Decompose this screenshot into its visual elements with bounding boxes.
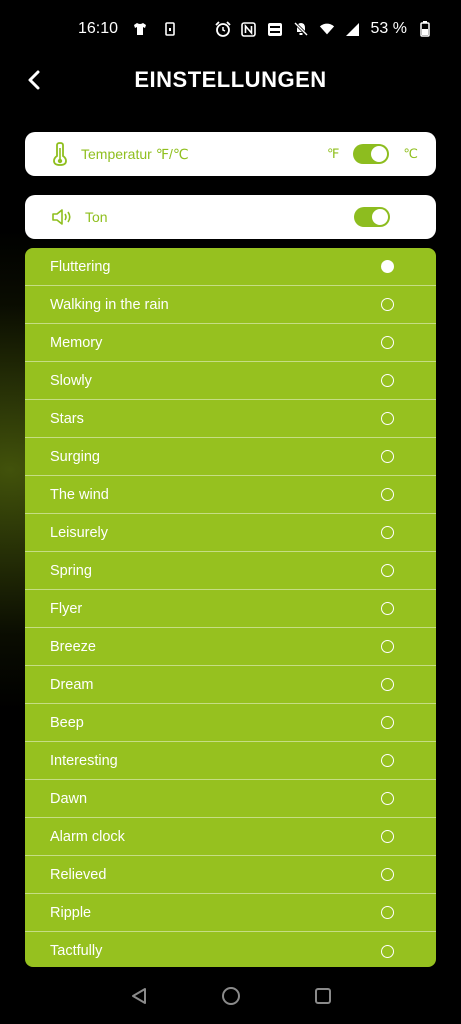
sound-setting-card: Ton xyxy=(25,195,436,239)
wifi-icon xyxy=(319,21,335,37)
radio-button[interactable] xyxy=(381,868,394,881)
sound-option-label: Surging xyxy=(50,448,100,465)
sound-toggle[interactable] xyxy=(354,207,390,227)
volte-icon xyxy=(267,21,283,37)
radio-button[interactable] xyxy=(381,526,394,539)
status-time: 16:10 xyxy=(78,20,119,37)
sound-option-row[interactable]: Tactfully xyxy=(25,932,436,967)
nfc-icon xyxy=(241,21,257,37)
sound-option-row[interactable]: Memory xyxy=(25,324,436,362)
sound-option-row[interactable]: Dream xyxy=(25,666,436,704)
square-recents-icon xyxy=(314,988,331,1004)
radio-button[interactable] xyxy=(381,488,394,501)
radio-button[interactable] xyxy=(381,830,394,843)
sound-option-row[interactable]: Breeze xyxy=(25,628,436,666)
alarm-icon xyxy=(214,21,231,37)
sound-option-label: Leisurely xyxy=(50,524,109,541)
status-bar-left: 16:10 xyxy=(78,20,178,38)
sound-option-row[interactable]: Flyer xyxy=(25,590,436,628)
toggle-knob xyxy=(371,146,388,162)
sound-option-label: Flyer xyxy=(50,600,83,617)
sound-option-label: Alarm clock xyxy=(50,828,125,845)
radio-button[interactable] xyxy=(381,374,394,387)
sound-option-label: Dawn xyxy=(50,790,88,807)
sound-list: Fluttering Walking in the rain Memory Slowl… xyxy=(25,248,436,967)
radio-button[interactable] xyxy=(381,716,394,729)
thermometer-icon xyxy=(51,142,69,166)
status-bar: 16:10 53 % xyxy=(0,0,461,58)
radio-button[interactable] xyxy=(381,906,394,919)
sound-option-label: Memory xyxy=(50,334,103,351)
radio-button[interactable] xyxy=(381,450,394,463)
temperature-setting-card: Temperatur ℉/℃ ℉ ℃ xyxy=(25,132,436,176)
fahrenheit-label: ℉ xyxy=(327,146,340,161)
back-button[interactable] xyxy=(20,66,48,94)
toggle-knob xyxy=(372,209,388,225)
sound-option-label: Beep xyxy=(50,714,84,731)
sound-option-row[interactable]: Walking in the rain xyxy=(25,286,436,324)
system-nav-bar xyxy=(0,968,461,1024)
radio-button[interactable] xyxy=(381,260,394,273)
phone-icon xyxy=(162,21,178,37)
mute-icon xyxy=(293,21,309,37)
tshirt-icon xyxy=(132,21,148,37)
sound-option-label: The wind xyxy=(50,486,109,503)
sound-option-row[interactable]: Fluttering xyxy=(25,248,436,286)
sound-option-row[interactable]: The wind xyxy=(25,476,436,514)
status-bar-right: 53 % xyxy=(214,20,433,38)
sound-option-label: Walking in the rain xyxy=(50,296,169,313)
radio-button[interactable] xyxy=(381,792,394,805)
sound-option-label: Spring xyxy=(50,562,92,579)
radio-button[interactable] xyxy=(381,602,394,615)
battery-icon xyxy=(417,21,433,37)
radio-button[interactable] xyxy=(381,754,394,767)
sound-option-row[interactable]: Beep xyxy=(25,704,436,742)
sound-option-label: Fluttering xyxy=(50,258,111,275)
sound-option-label: Breeze xyxy=(50,638,96,655)
nav-recents-button[interactable] xyxy=(311,984,335,1008)
sound-option-label: Interesting xyxy=(50,752,118,769)
radio-button[interactable] xyxy=(381,336,394,349)
sound-option-label: Stars xyxy=(50,410,84,427)
speaker-icon xyxy=(51,209,73,225)
sound-option-label: Dream xyxy=(50,676,94,693)
sound-option-row[interactable]: Interesting xyxy=(25,742,436,780)
chevron-left-icon xyxy=(28,70,40,90)
signal-icon xyxy=(345,21,361,37)
sound-label: Ton xyxy=(85,209,108,225)
sound-option-row[interactable]: Dawn xyxy=(25,780,436,818)
temperature-unit-toggle[interactable] xyxy=(353,144,390,164)
sound-option-label: Slowly xyxy=(50,372,92,389)
triangle-back-icon xyxy=(131,988,146,1004)
sound-option-row[interactable]: Slowly xyxy=(25,362,436,400)
sound-option-row[interactable]: Relieved xyxy=(25,856,436,894)
radio-button[interactable] xyxy=(381,412,394,425)
sound-option-label: Ripple xyxy=(50,904,92,921)
sound-option-label: Tactfully xyxy=(50,943,103,959)
sound-option-row[interactable]: Surging xyxy=(25,438,436,476)
nav-back-button[interactable] xyxy=(127,984,151,1008)
nav-home-button[interactable] xyxy=(219,984,243,1008)
radio-button[interactable] xyxy=(381,944,394,958)
sound-option-row[interactable]: Ripple xyxy=(25,894,436,932)
radio-button[interactable] xyxy=(381,640,394,653)
sound-option-row[interactable]: Leisurely xyxy=(25,514,436,552)
sound-option-row[interactable]: Stars xyxy=(25,400,436,438)
sound-option-row[interactable]: Alarm clock xyxy=(25,818,436,856)
app-bar: EINSTELLUNGEN xyxy=(0,58,461,102)
battery-percent: 53 % xyxy=(370,20,407,37)
radio-button[interactable] xyxy=(381,298,394,311)
temperature-label: Temperatur ℉/℃ xyxy=(81,145,189,162)
radio-button[interactable] xyxy=(381,564,394,577)
circle-home-icon xyxy=(221,987,240,1005)
page-title: EINSTELLUNGEN xyxy=(134,67,327,92)
sound-option-row[interactable]: Spring xyxy=(25,552,436,590)
radio-button[interactable] xyxy=(381,678,394,691)
sound-option-label: Relieved xyxy=(50,866,107,883)
celsius-label: ℃ xyxy=(403,146,418,161)
